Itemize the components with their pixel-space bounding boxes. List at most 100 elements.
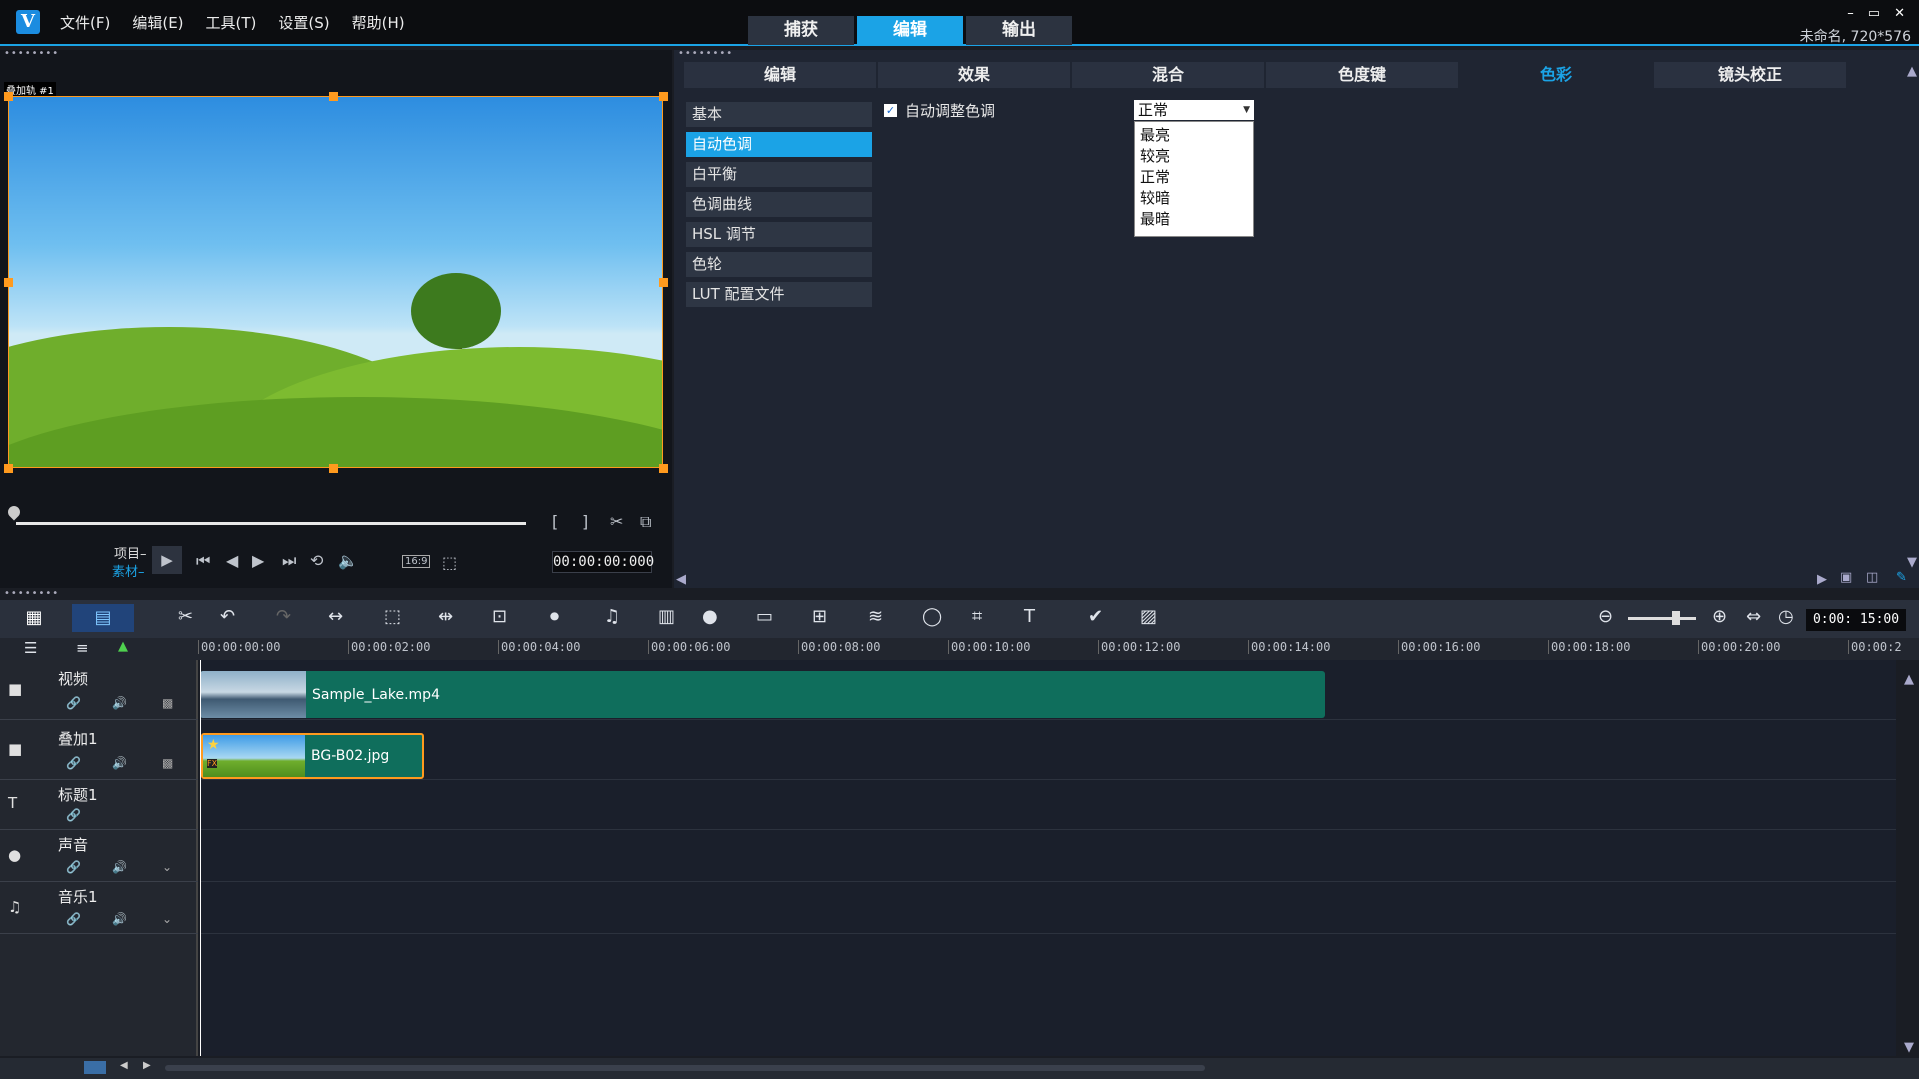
resize-handle[interactable] — [659, 92, 668, 101]
scroll-down-icon[interactable]: ▼ — [1904, 1040, 1914, 1055]
minimize-icon[interactable]: – — [1847, 6, 1854, 21]
split-icon[interactable]: ⇹ — [438, 606, 453, 627]
playhead[interactable] — [200, 660, 201, 1056]
enlarge-preview-icon[interactable]: ⧉ — [640, 512, 651, 532]
category-hsl[interactable]: HSL 调节 — [686, 222, 872, 247]
color-correct-icon[interactable]: ✔ — [1088, 606, 1103, 627]
menu-edit[interactable]: 编辑(E) — [132, 12, 183, 33]
ripple-icon[interactable]: ▩ — [162, 756, 173, 770]
split-scissors-icon[interactable]: ✂ — [610, 512, 623, 531]
repeat-icon[interactable]: ⟲ — [310, 551, 323, 570]
mark-out-icon[interactable]: ] — [582, 512, 588, 531]
tab-capture[interactable]: 捕获 — [748, 16, 854, 45]
tab-color[interactable]: 色彩 — [1460, 62, 1652, 88]
resize-handle[interactable] — [4, 278, 13, 287]
track-header-title[interactable]: T 标题1 🔗 — [0, 780, 198, 830]
prev-frame-icon[interactable]: ◀ — [226, 551, 238, 570]
scroll-mode-icon[interactable] — [84, 1061, 106, 1074]
tone-option-brightest[interactable]: 最亮 — [1140, 125, 1248, 146]
motion-icon[interactable]: ● — [702, 606, 718, 627]
fit-icon[interactable]: ⊡ — [492, 606, 507, 627]
layout-split-icon[interactable]: ◫ — [1866, 570, 1878, 585]
next-frame-icon[interactable]: ▶ — [252, 551, 264, 570]
resize-handle[interactable] — [659, 278, 668, 287]
volume-icon[interactable]: 🔈 — [338, 551, 358, 570]
menu-help[interactable]: 帮助(H) — [352, 12, 405, 33]
tone-option-darkest[interactable]: 最暗 — [1140, 209, 1248, 230]
painting-icon[interactable]: ▨ — [1140, 606, 1157, 627]
timeline-scrollbar[interactable]: ◀ ▶ — [0, 1058, 1919, 1079]
go-start-icon[interactable]: ⏮ — [196, 551, 210, 571]
tab-edit[interactable]: 编辑 — [857, 16, 963, 45]
title-3d-icon[interactable]: T — [1024, 606, 1035, 627]
mute-icon[interactable]: 🔊 — [112, 696, 127, 710]
mask-icon[interactable]: ◯ — [922, 606, 942, 627]
record-icon[interactable]: ⏺ — [550, 606, 559, 627]
resize-handle[interactable] — [659, 464, 668, 473]
scrubber-handle[interactable] — [5, 503, 23, 521]
link-icon[interactable]: 🔗 — [66, 808, 81, 822]
tab-edit-options[interactable]: 编辑 — [684, 62, 876, 88]
tone-option-brighter[interactable]: 较亮 — [1140, 146, 1248, 167]
project-mode-label[interactable]: 项目– — [114, 543, 147, 562]
undo-icon[interactable]: ↶ — [220, 606, 235, 627]
fit-project-icon[interactable]: ⇔ — [1746, 606, 1761, 627]
restore-icon[interactable]: ▭ — [1868, 6, 1880, 21]
redo-icon[interactable]: ↷ — [276, 606, 291, 627]
mark-in-icon[interactable]: [ — [552, 512, 558, 531]
tab-share[interactable]: 输出 — [966, 16, 1072, 45]
zoom-out-icon[interactable]: ⊖ — [1598, 606, 1613, 627]
scroll-up-icon[interactable]: ▲ — [1907, 64, 1917, 79]
tab-blend[interactable]: 混合 — [1072, 62, 1264, 88]
resize-handle[interactable] — [4, 464, 13, 473]
track-row-music[interactable] — [200, 882, 1896, 934]
resize-handle[interactable] — [329, 92, 338, 101]
category-color-wheel[interactable]: 色轮 — [686, 252, 872, 277]
speed-icon[interactable]: ≋ — [868, 606, 883, 627]
track-header-voice[interactable]: ● 声音 🔗 🔊 ⌄ — [0, 830, 198, 882]
scroll-left-icon[interactable]: ◀ — [676, 572, 686, 587]
tracking-icon[interactable]: ⌗ — [972, 606, 982, 627]
track-manager-icon[interactable]: ☰ — [24, 639, 37, 657]
resize-handle[interactable] — [4, 92, 13, 101]
category-white-balance[interactable]: 白平衡 — [686, 162, 872, 187]
scroll-up-icon[interactable]: ▲ — [1904, 672, 1914, 687]
aspect-ratio-button[interactable]: 16:9 — [402, 555, 431, 568]
tone-option-normal[interactable]: 正常 — [1140, 167, 1248, 188]
track-row-voice[interactable] — [200, 830, 1896, 882]
panel-grip-icon[interactable]: •••••••• — [4, 48, 59, 59]
audio-mixer-icon[interactable]: ♫ — [604, 606, 620, 627]
panel-grip-icon[interactable]: •••••••• — [678, 48, 733, 59]
scroll-left-icon[interactable]: ◀ — [120, 1060, 128, 1071]
timecode-field[interactable]: 00:00:00:000 — [552, 551, 654, 573]
clip-bg-b02[interactable]: ★ FX BG-B02.jpg — [201, 733, 424, 779]
link-icon[interactable]: 🔗 — [66, 860, 81, 874]
timeline-track-area[interactable]: Sample_Lake.mp4 ★ FX BG-B02.jpg — [200, 660, 1896, 1056]
link-icon[interactable]: 🔗 — [66, 696, 81, 710]
auto-tone-checkbox[interactable]: ✓ — [884, 104, 897, 117]
timeline-view-icon[interactable]: ▤ — [72, 604, 134, 632]
panel-grip-icon[interactable]: •••••••• — [4, 588, 59, 599]
expand-track-icon[interactable]: ⌄ — [162, 860, 172, 874]
edit-layout-icon[interactable]: ✎ — [1896, 570, 1907, 585]
layout-icon[interactable]: ▣ — [1840, 570, 1852, 585]
expand-track-icon[interactable]: ⌄ — [162, 912, 172, 926]
scroll-down-icon[interactable]: ▼ — [1907, 555, 1917, 570]
tools-icon[interactable]: ✂ — [178, 606, 193, 627]
scrollbar-thumb[interactable] — [165, 1065, 1205, 1071]
track-header-music[interactable]: ♫ 音乐1 🔗 🔊 ⌄ — [0, 882, 198, 934]
mute-icon[interactable]: 🔊 — [112, 912, 127, 926]
category-auto-tone[interactable]: 自动色调 — [686, 132, 872, 157]
add-marker-icon[interactable]: ▲ — [118, 639, 128, 654]
resize-handle[interactable] — [329, 464, 338, 473]
zoom-slider[interactable] — [1628, 617, 1696, 620]
zoom-in-icon[interactable]: ⊕ — [1712, 606, 1727, 627]
ripple-icon[interactable]: ▩ — [162, 696, 173, 710]
storyboard-view-icon[interactable]: ▦ — [14, 604, 54, 632]
subtitle-icon[interactable]: ▭ — [756, 606, 773, 627]
tab-chroma-key[interactable]: 色度键 — [1266, 62, 1458, 88]
timeline-ruler[interactable]: ☰ ≡ ▲ 00:00:00:00 00:00:02:00 00:00:04:0… — [0, 638, 1919, 660]
menu-file[interactable]: 文件(F) — [60, 12, 110, 33]
category-basic[interactable]: 基本 — [686, 102, 872, 127]
zoom-slider-handle[interactable] — [1672, 611, 1680, 625]
